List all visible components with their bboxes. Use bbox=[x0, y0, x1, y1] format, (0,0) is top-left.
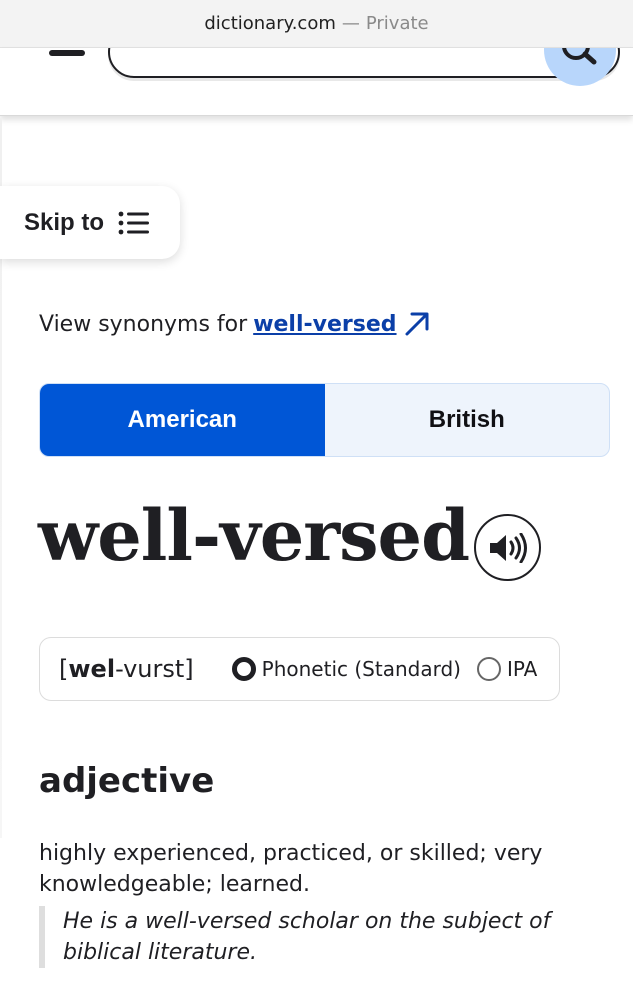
site-header bbox=[0, 48, 633, 116]
search-button[interactable] bbox=[544, 48, 616, 86]
radio-phonetic-label: Phonetic (Standard) bbox=[261, 657, 461, 681]
skip-to-button[interactable]: Skip to bbox=[0, 186, 180, 259]
pronunciation-text: [wel-vurst] bbox=[59, 655, 194, 683]
pronunciation-audio-button[interactable] bbox=[474, 514, 541, 581]
radio-ipa[interactable]: IPA bbox=[476, 657, 538, 681]
pronunciation-box: [wel-vurst] Phonetic (Standard) IPA bbox=[39, 637, 560, 701]
synonyms-prefix: View synonyms for bbox=[39, 311, 248, 337]
external-arrow-icon[interactable] bbox=[403, 310, 431, 338]
tab-american[interactable]: American bbox=[40, 384, 325, 456]
synonyms-line: View synonyms for well-versed bbox=[39, 310, 431, 338]
hamburger-icon[interactable] bbox=[49, 50, 85, 56]
synonyms-link[interactable]: well-versed bbox=[253, 312, 396, 337]
search-icon bbox=[562, 48, 597, 65]
dialect-toggle: American British bbox=[39, 383, 610, 457]
definition-text: highly experienced, practiced, or skille… bbox=[39, 841, 543, 897]
radio-unselected-icon[interactable] bbox=[476, 657, 501, 681]
url-domain: dictionary.com bbox=[204, 13, 336, 34]
browser-url-bar[interactable]: dictionary.com — Private bbox=[0, 0, 633, 48]
stressed-syllable: wel bbox=[68, 655, 116, 683]
part-of-speech: adjective bbox=[39, 761, 215, 801]
radio-ipa-label: IPA bbox=[506, 657, 538, 681]
url-separator: — bbox=[341, 13, 360, 34]
skip-to-label: Skip to bbox=[24, 208, 105, 236]
radio-phonetic[interactable]: Phonetic (Standard) bbox=[231, 657, 461, 681]
private-mode-label: Private bbox=[365, 13, 429, 34]
speaker-icon bbox=[489, 532, 527, 563]
example-sentence: He is a well-versed scholar on the subje… bbox=[39, 906, 599, 968]
headword: well-versed bbox=[38, 494, 470, 577]
radio-selected-icon[interactable] bbox=[231, 657, 256, 681]
list-icon bbox=[118, 211, 150, 234]
tab-british[interactable]: British bbox=[325, 384, 610, 456]
